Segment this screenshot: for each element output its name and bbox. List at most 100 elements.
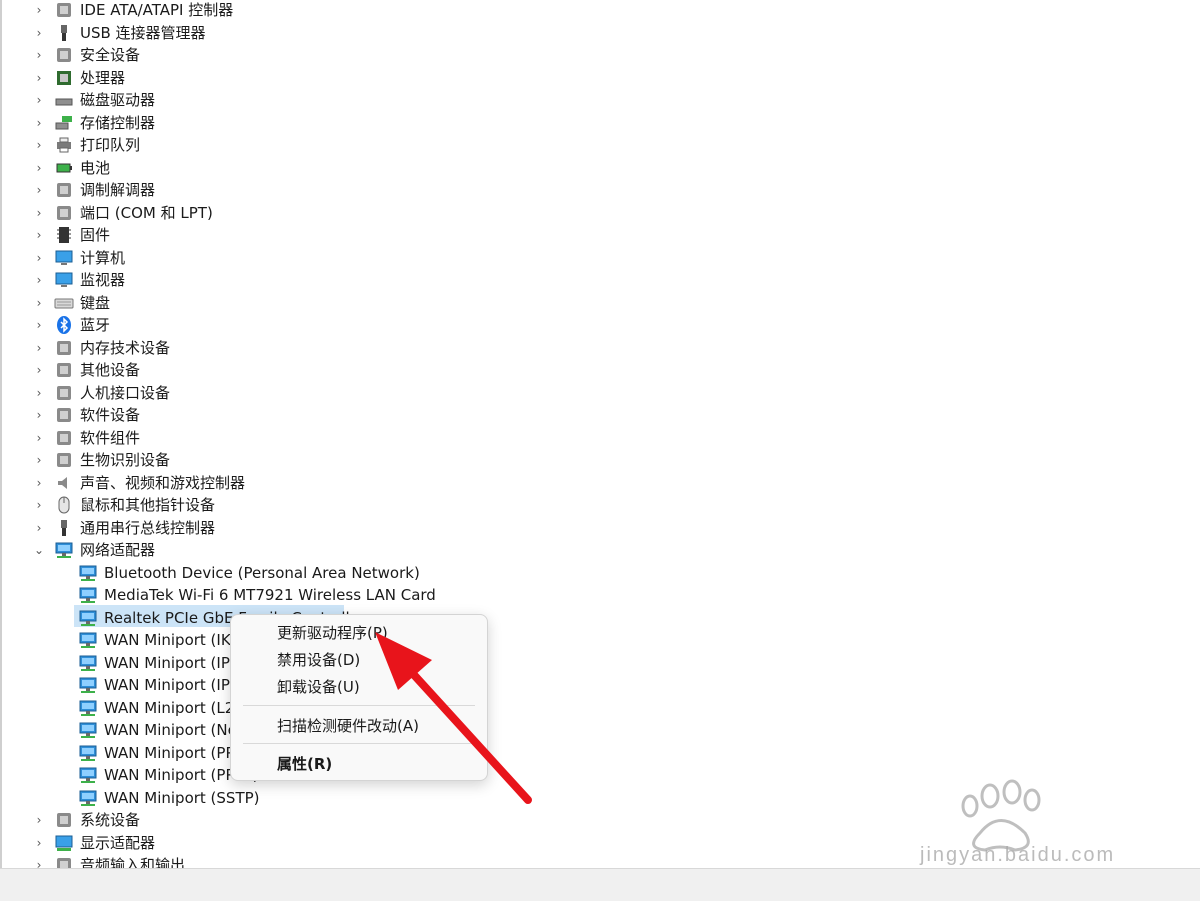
tree-category[interactable]: › 内存技术设备 — [0, 337, 1200, 359]
chevron-right-icon[interactable]: › — [32, 26, 46, 40]
network-adapter-icon — [78, 765, 98, 785]
tree-category[interactable]: › 鼠标和其他指针设备 — [0, 494, 1200, 516]
chevron-right-icon[interactable]: › — [32, 138, 46, 152]
tree-category[interactable]: › 存储控制器 — [0, 112, 1200, 134]
tree-category[interactable]: ⌄ 网络适配器 — [0, 539, 1200, 561]
chevron-right-icon[interactable]: › — [32, 363, 46, 377]
menu-separator — [243, 743, 475, 744]
tree-category[interactable]: › 通用串行总线控制器 — [0, 517, 1200, 539]
network-adapter-icon — [78, 743, 98, 763]
tree-category[interactable]: › 安全设备 — [0, 44, 1200, 66]
disk-drive-icon — [54, 90, 74, 110]
chevron-right-icon[interactable]: › — [32, 408, 46, 422]
tree-category[interactable]: › 键盘 — [0, 292, 1200, 314]
chevron-right-icon[interactable]: › — [32, 161, 46, 175]
chevron-right-icon[interactable]: › — [32, 93, 46, 107]
tree-category[interactable]: › 声音、视频和游戏控制器 — [0, 472, 1200, 494]
tree-category[interactable]: › USB 连接器管理器 — [0, 22, 1200, 44]
chevron-right-icon[interactable]: › — [32, 71, 46, 85]
other-device-icon — [54, 360, 74, 380]
tree-category-label: 软件设备 — [80, 406, 141, 424]
status-bar — [0, 868, 1200, 901]
chevron-right-icon[interactable]: › — [32, 183, 46, 197]
chevron-right-icon[interactable]: › — [32, 116, 46, 130]
menu-item-uninstall-device[interactable]: 卸载设备(U) — [277, 677, 360, 697]
tree-category-label: 网络适配器 — [80, 541, 156, 559]
port-icon — [54, 203, 74, 223]
chevron-right-icon[interactable]: › — [32, 228, 46, 242]
chevron-right-icon[interactable]: › — [32, 341, 46, 355]
tree-category[interactable]: › 电池 — [0, 157, 1200, 179]
chevron-right-icon[interactable]: › — [32, 296, 46, 310]
tree-category[interactable]: › 软件设备 — [0, 404, 1200, 426]
menu-item-properties[interactable]: 属性(R) — [277, 754, 332, 774]
tree-category[interactable]: › 计算机 — [0, 247, 1200, 269]
printer-icon — [54, 135, 74, 155]
tree-device-item[interactable]: WAN Miniport (IPv6) — [0, 674, 1200, 696]
tree-category-label: 存储控制器 — [80, 113, 156, 132]
keyboard-icon — [54, 293, 74, 313]
device-tree[interactable]: › IDE ATA/ATAPI 控制器 › USB 连接器管理器 › 安全设备 › 处理器 › 磁… — [0, 0, 1200, 868]
tree-device-label: WAN Miniport (SSTP) — [104, 788, 260, 807]
tree-category[interactable]: › 调制解调器 — [0, 179, 1200, 201]
menu-item-update-driver[interactable]: 更新驱动程序(P) — [277, 623, 388, 643]
tree-category-label: IDE ATA/ATAPI 控制器 — [80, 1, 234, 19]
chevron-right-icon[interactable]: › — [32, 48, 46, 62]
biometric-icon — [54, 450, 74, 470]
chevron-right-icon[interactable]: › — [32, 318, 46, 332]
storage-controller-icon — [54, 113, 74, 133]
chevron-right-icon[interactable]: › — [32, 206, 46, 220]
tree-category[interactable]: › 固件 — [0, 224, 1200, 246]
chevron-right-icon[interactable]: › — [32, 251, 46, 265]
tree-device-item[interactable]: WAN Miniport (IP) — [0, 652, 1200, 674]
chevron-down-icon[interactable]: ⌄ — [32, 543, 46, 557]
tree-category[interactable]: › 其他设备 — [0, 359, 1200, 381]
chevron-right-icon[interactable]: › — [32, 3, 46, 17]
tree-category[interactable]: › 人机接口设备 — [0, 382, 1200, 404]
tree-category[interactable]: › 蓝牙 — [0, 314, 1200, 336]
tree-category[interactable]: › 生物识别设备 — [0, 449, 1200, 471]
software-component-icon — [54, 428, 74, 448]
chevron-right-icon[interactable]: › — [32, 858, 46, 868]
tree-category[interactable]: › 软件组件 — [0, 427, 1200, 449]
tree-category-label: 声音、视频和游戏控制器 — [80, 473, 246, 492]
chevron-right-icon[interactable]: › — [32, 453, 46, 467]
tree-category-label: 音频输入和输出 — [80, 856, 186, 868]
tree-category-label: 安全设备 — [80, 46, 141, 64]
tree-category[interactable]: › IDE ATA/ATAPI 控制器 — [0, 0, 1200, 21]
tree-category[interactable]: › 监视器 — [0, 269, 1200, 291]
tree-category[interactable]: › 磁盘驱动器 — [0, 89, 1200, 111]
tree-category[interactable]: › 端口 (COM 和 LPT) — [0, 202, 1200, 224]
chevron-right-icon[interactable]: › — [32, 836, 46, 850]
tree-category-label: 人机接口设备 — [80, 383, 171, 402]
tree-device-item[interactable]: WAN Miniport (IKEv2) — [0, 629, 1200, 651]
hid-icon — [54, 383, 74, 403]
tree-device-item[interactable]: Bluetooth Device (Personal Area Network) — [0, 562, 1200, 584]
tree-device-label: MediaTek Wi-Fi 6 MT7921 Wireless LAN Car… — [104, 586, 436, 604]
menu-item-scan-hardware[interactable]: 扫描检测硬件改动(A) — [277, 716, 419, 736]
tree-device-item[interactable]: WAN Miniport (PPPOE) — [0, 742, 1200, 764]
chevron-right-icon[interactable]: › — [32, 386, 46, 400]
tree-device-item[interactable]: MediaTek Wi-Fi 6 MT7921 Wireless LAN Car… — [0, 584, 1200, 606]
network-adapter-icon — [78, 608, 98, 628]
chevron-right-icon[interactable]: › — [32, 521, 46, 535]
tree-category-label: 蓝牙 — [80, 316, 111, 334]
tree-category-label: 鼠标和其他指针设备 — [80, 496, 216, 514]
chevron-right-icon[interactable]: › — [32, 813, 46, 827]
ide-controller-icon — [54, 0, 74, 20]
tree-device-item[interactable]: WAN Miniport (Network Monitor) — [0, 719, 1200, 741]
chevron-right-icon[interactable]: › — [32, 498, 46, 512]
network-adapter-icon — [78, 653, 98, 673]
tree-device-item[interactable]: Realtek PCIe GbE Family Controller — [0, 607, 1200, 629]
menu-item-disable-device[interactable]: 禁用设备(D) — [277, 650, 360, 670]
chevron-right-icon[interactable]: › — [32, 273, 46, 287]
tree-device-item[interactable]: WAN Miniport (L2TP) — [0, 697, 1200, 719]
chevron-right-icon[interactable]: › — [32, 476, 46, 490]
tree-category[interactable]: › 打印队列 — [0, 134, 1200, 156]
memory-device-icon — [54, 338, 74, 358]
modem-icon — [54, 180, 74, 200]
chevron-right-icon[interactable]: › — [32, 431, 46, 445]
battery-icon — [54, 158, 74, 178]
tree-category[interactable]: › 处理器 — [0, 67, 1200, 89]
context-menu: 更新驱动程序(P) 禁用设备(D) 卸载设备(U) 扫描检测硬件改动(A) 属性… — [230, 614, 488, 781]
